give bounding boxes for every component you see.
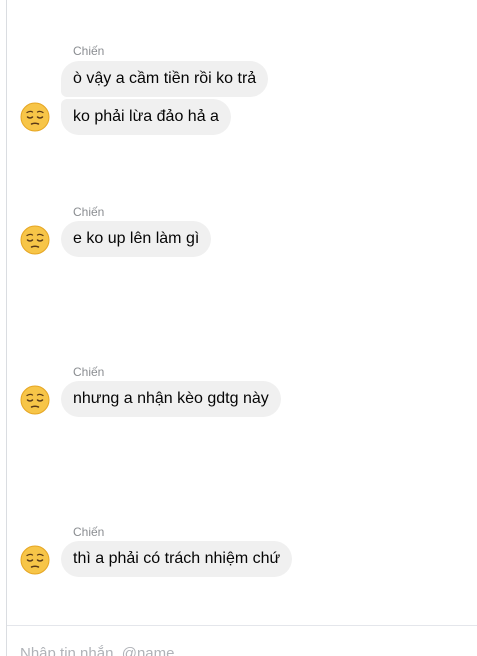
pensive-face-emoji-icon[interactable] [20,225,50,255]
sender-name: Chiến [73,365,105,379]
message-bubble[interactable]: nhưng a nhận kèo gdtg này [61,381,281,417]
message-bubble[interactable]: thì a phải có trách nhiệm chứ [61,541,293,577]
message-bubble[interactable]: ko phải lừa đảo hả a [61,99,231,135]
conversation-left-border [6,0,7,656]
pensive-face-emoji-icon[interactable] [20,545,50,575]
sender-name: Chiến [73,205,105,219]
pensive-face-emoji-icon[interactable] [20,102,50,132]
sender-name: Chiến [73,525,105,539]
message-bubble[interactable]: ò vậy a cầm tiền rồi ko trả [61,61,269,97]
sender-name: Chiến [73,44,105,58]
message-input[interactable] [20,644,460,656]
message-bubble[interactable]: e ko up lên làm gì [61,221,212,257]
composer-divider [7,625,477,626]
pensive-face-emoji-icon[interactable] [20,385,50,415]
